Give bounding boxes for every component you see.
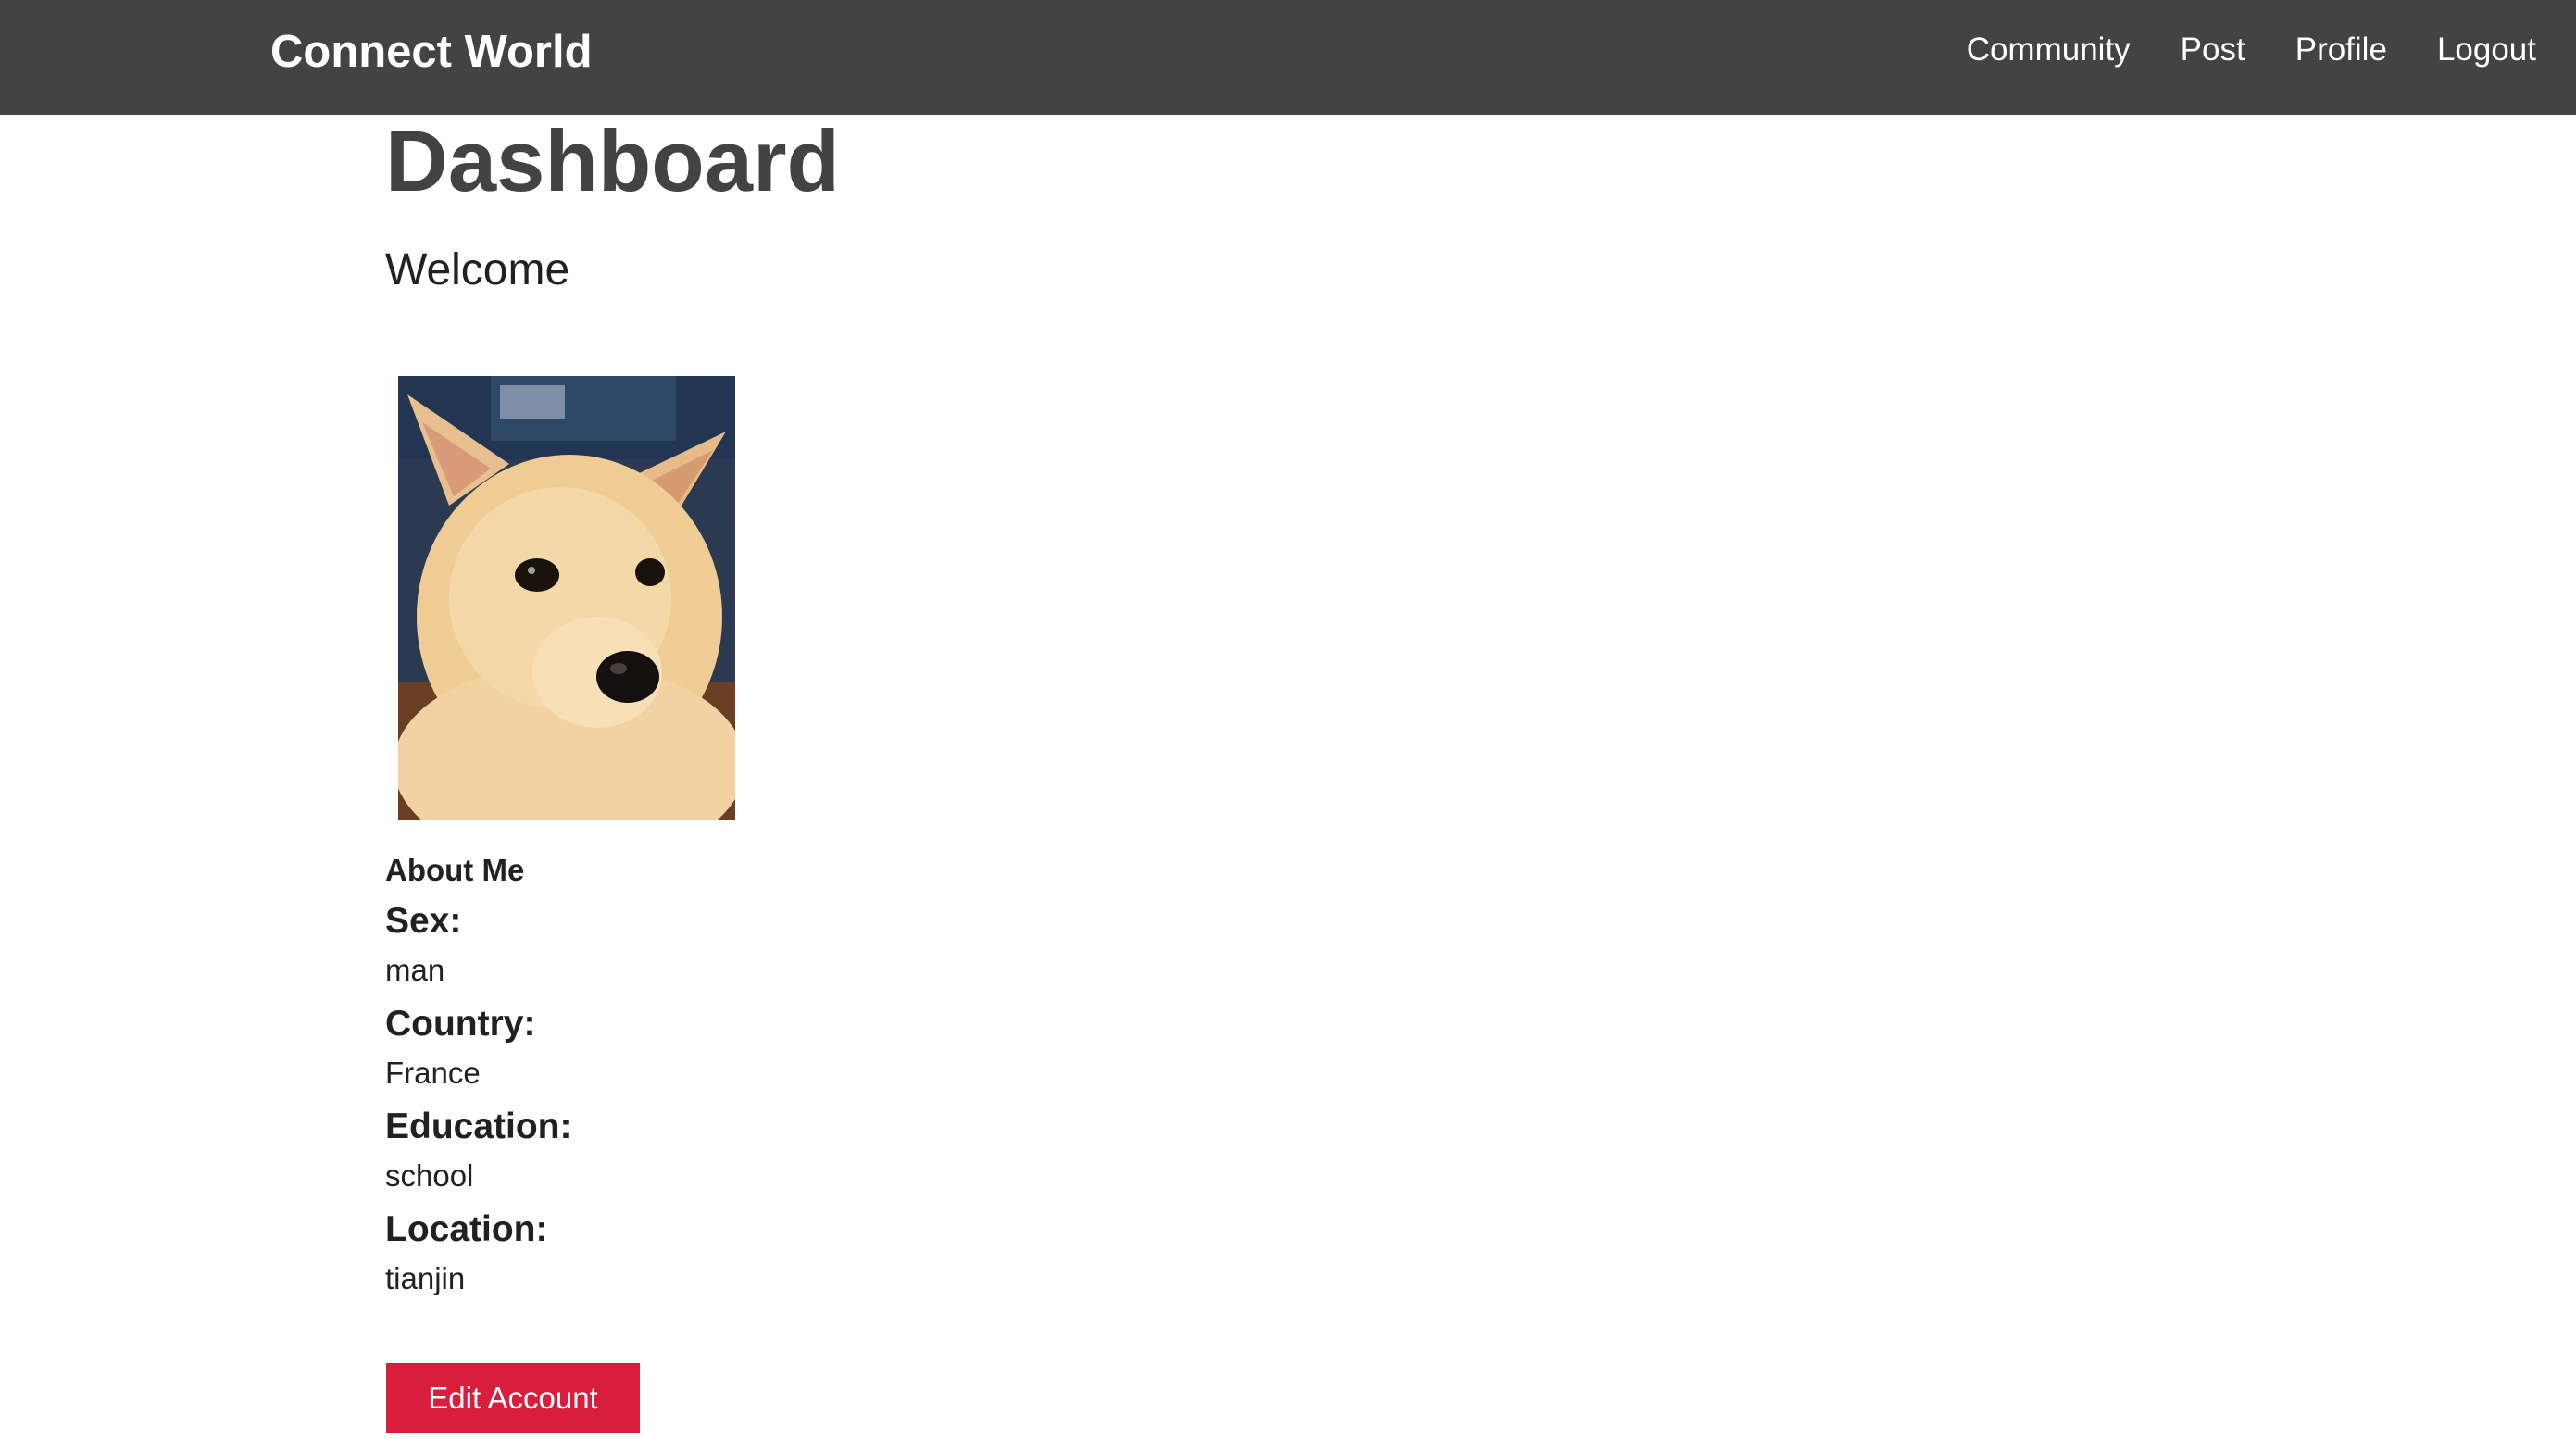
field-label-location: Location: bbox=[385, 1209, 548, 1249]
welcome-text: Welcome bbox=[385, 245, 570, 294]
field-value-country: France bbox=[385, 1056, 481, 1090]
edit-account-button[interactable]: Edit Account bbox=[386, 1363, 640, 1433]
field-value-sex: man bbox=[385, 953, 445, 987]
field-label-education: Education: bbox=[385, 1107, 572, 1146]
about-section: About Me Sex: man Country: France Educat… bbox=[385, 850, 1033, 1309]
nav-link-post[interactable]: Post bbox=[2181, 30, 2245, 70]
dog-photo-illustration bbox=[398, 376, 735, 820]
profile-photo bbox=[398, 376, 735, 820]
nav-link-logout[interactable]: Logout bbox=[2437, 30, 2536, 70]
top-navbar: Connect World Community Post Profile Log… bbox=[0, 0, 2576, 115]
field-value-education: school bbox=[385, 1158, 474, 1193]
field-value-location: tianjin bbox=[385, 1261, 466, 1295]
brand-link[interactable]: Connect World bbox=[270, 26, 593, 78]
nav-link-profile[interactable]: Profile bbox=[2295, 30, 2387, 70]
nav-links: Community Post Profile Logout bbox=[1967, 30, 2536, 70]
field-label-country: Country: bbox=[385, 1004, 536, 1044]
nav-link-community[interactable]: Community bbox=[1967, 30, 2131, 70]
page-title: Dashboard bbox=[385, 112, 840, 209]
about-title: About Me bbox=[385, 853, 525, 887]
field-label-sex: Sex: bbox=[385, 901, 462, 941]
